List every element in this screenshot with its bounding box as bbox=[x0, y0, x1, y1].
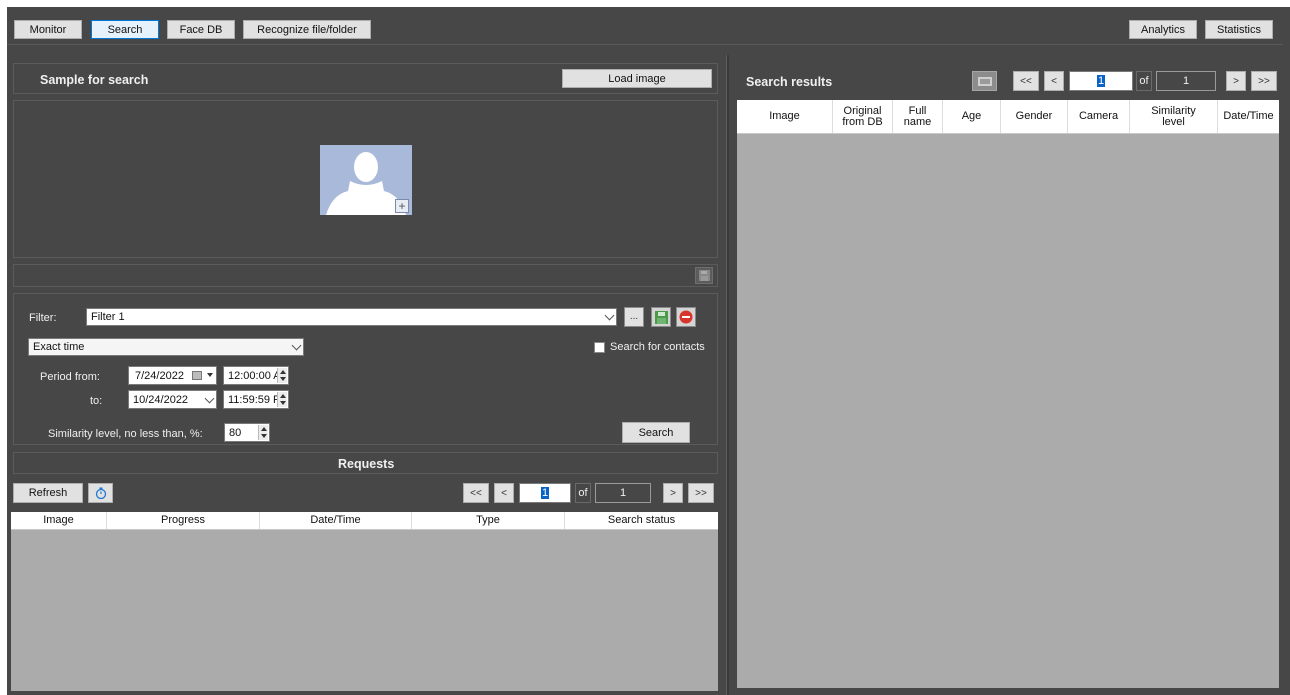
from-date-picker[interactable]: 7/24/2022 bbox=[128, 366, 217, 385]
column-header[interactable]: Date/Time bbox=[1218, 100, 1279, 133]
export-icon[interactable] bbox=[972, 71, 997, 91]
period-from-label: Period from: bbox=[40, 371, 100, 383]
similarity-label: Similarity level, no less than, %: bbox=[48, 428, 203, 440]
from-time-spinner[interactable]: 12:00:00 A bbox=[223, 366, 289, 385]
to-date-picker[interactable]: 10/24/2022 bbox=[128, 390, 217, 409]
top-toolbar: Monitor Search Face DB Recognize file/fo… bbox=[7, 7, 1283, 45]
column-header[interactable]: Age bbox=[943, 100, 1001, 133]
tab-recognize[interactable]: Recognize file/folder bbox=[243, 20, 371, 39]
results-grid-body[interactable] bbox=[737, 134, 1279, 688]
column-header[interactable]: Image bbox=[11, 512, 107, 529]
load-image-button[interactable]: Load image bbox=[562, 69, 712, 88]
statistics-button[interactable]: Statistics bbox=[1205, 20, 1273, 39]
column-header[interactable]: Date/Time bbox=[260, 512, 412, 529]
results-last-page-button[interactable]: >> bbox=[1251, 71, 1277, 91]
results-grid-header: Image Original from DB Full name Age Gende… bbox=[737, 100, 1279, 134]
search-contacts-checkbox[interactable] bbox=[594, 342, 605, 353]
column-header[interactable]: Full name bbox=[893, 100, 943, 133]
column-header[interactable]: Camera bbox=[1068, 100, 1130, 133]
save-filter-icon[interactable] bbox=[651, 307, 671, 327]
requests-grid-header: Image Progress Date/Time Type Search sta… bbox=[11, 512, 718, 530]
filter-panel: Filter: Filter 1 ... Exact time Search f… bbox=[13, 293, 718, 445]
results-page-input[interactable]: 1 bbox=[1069, 71, 1133, 91]
requests-page-input[interactable]: 1 bbox=[519, 483, 571, 503]
sample-header: Sample for search Load image bbox=[13, 63, 718, 94]
delete-filter-icon[interactable] bbox=[676, 307, 696, 327]
to-label: to: bbox=[90, 395, 103, 407]
results-first-page-button[interactable]: << bbox=[1013, 71, 1039, 91]
timer-icon[interactable] bbox=[88, 483, 113, 503]
filter-label: Filter: bbox=[29, 312, 57, 324]
requests-toolbar: Refresh << < 1 of 1 > >> bbox=[11, 479, 721, 507]
requests-grid-body[interactable] bbox=[11, 530, 718, 691]
column-header[interactable]: Gender bbox=[1001, 100, 1068, 133]
from-time-value: 12:00:00 A bbox=[228, 369, 281, 382]
search-contacts-label: Search for contacts bbox=[610, 341, 705, 353]
results-toolbar: Search results << < 1 of 1 > >> bbox=[736, 67, 1282, 97]
results-title: Search results bbox=[746, 75, 833, 89]
requests-first-page-button[interactable]: << bbox=[463, 483, 489, 503]
calendar-icon[interactable] bbox=[192, 371, 202, 380]
similarity-value: 80 bbox=[229, 426, 242, 439]
face-placeholder[interactable]: + bbox=[320, 145, 412, 215]
refresh-button[interactable]: Refresh bbox=[13, 483, 83, 503]
tab-search[interactable]: Search bbox=[91, 20, 159, 39]
similarity-spinner[interactable]: 80 bbox=[224, 423, 270, 442]
sample-title: Sample for search bbox=[40, 73, 149, 87]
filter-more-button[interactable]: ... bbox=[624, 307, 644, 327]
add-photo-icon[interactable]: + bbox=[395, 199, 409, 213]
splitter[interactable] bbox=[726, 55, 729, 695]
chevron-down-icon bbox=[204, 393, 215, 403]
tab-monitor[interactable]: Monitor bbox=[14, 20, 82, 39]
results-prev-page-button[interactable]: < bbox=[1044, 71, 1064, 91]
search-button[interactable]: Search bbox=[622, 422, 690, 443]
to-time-value: 11:59:59 P bbox=[228, 393, 281, 406]
column-header[interactable]: Search status bbox=[565, 512, 718, 529]
column-header[interactable]: Type bbox=[412, 512, 565, 529]
column-header[interactable]: Image bbox=[737, 100, 833, 133]
filter-select-value: Filter 1 bbox=[91, 311, 125, 323]
column-header[interactable]: Similarity level bbox=[1130, 100, 1218, 133]
column-header[interactable]: Progress bbox=[107, 512, 260, 529]
filter-select[interactable]: Filter 1 bbox=[86, 308, 617, 326]
results-next-page-button[interactable]: > bbox=[1226, 71, 1246, 91]
chevron-down-icon bbox=[207, 373, 213, 377]
results-total-pages: 1 bbox=[1156, 71, 1216, 91]
sample-image-area: + bbox=[13, 100, 718, 258]
results-of-label: of bbox=[1136, 71, 1152, 91]
requests-title: Requests bbox=[338, 457, 395, 471]
tab-face-db[interactable]: Face DB bbox=[167, 20, 235, 39]
requests-header: Requests bbox=[13, 452, 718, 474]
app-window: Monitor Search Face DB Recognize file/fo… bbox=[7, 7, 1290, 695]
save-sample-icon[interactable] bbox=[695, 267, 713, 284]
requests-next-page-button[interactable]: > bbox=[663, 483, 683, 503]
spinner-arrows-icon[interactable] bbox=[277, 368, 287, 383]
column-header[interactable]: Original from DB bbox=[833, 100, 893, 133]
to-date-value: 10/24/2022 bbox=[133, 393, 189, 406]
requests-prev-page-button[interactable]: < bbox=[494, 483, 514, 503]
requests-last-page-button[interactable]: >> bbox=[688, 483, 714, 503]
chevron-down-icon bbox=[604, 310, 615, 321]
spinner-arrows-icon[interactable] bbox=[277, 392, 287, 407]
requests-of-label: of bbox=[575, 483, 591, 503]
spinner-arrows-icon[interactable] bbox=[258, 425, 268, 440]
from-date-value: 7/24/2022 bbox=[135, 369, 184, 382]
time-mode-select[interactable]: Exact time bbox=[28, 338, 304, 356]
requests-total-pages: 1 bbox=[595, 483, 651, 503]
analytics-button[interactable]: Analytics bbox=[1129, 20, 1197, 39]
sample-info-bar bbox=[13, 264, 718, 287]
to-time-spinner[interactable]: 11:59:59 P bbox=[223, 390, 289, 409]
chevron-down-icon bbox=[291, 340, 302, 351]
time-mode-value: Exact time bbox=[33, 341, 85, 353]
